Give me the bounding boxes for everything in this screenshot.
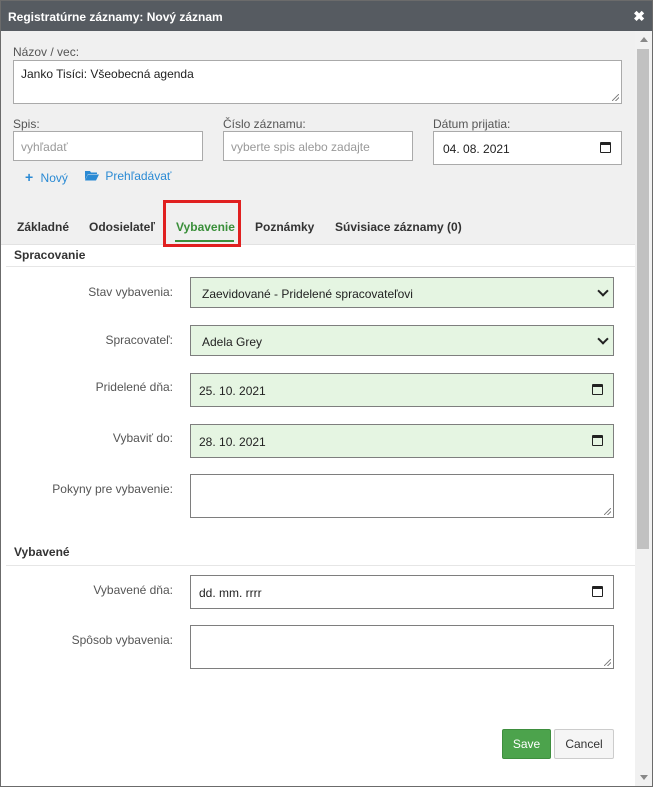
spracovanie-title: Spracovanie [14,248,86,262]
scroll-down-arrow-icon[interactable] [640,775,648,780]
new-spis-link[interactable]: + Nový [25,169,68,185]
sposob-vybavenia-textarea[interactable] [190,625,614,669]
chevron-down-icon [597,333,609,345]
save-button[interactable]: Save [502,729,551,759]
plus-icon: + [25,169,34,185]
scroll-up-arrow-icon[interactable] [640,37,648,42]
spis-label: Spis: [13,117,40,131]
vybavene-title: Vybavené [14,545,70,559]
tab-bar: Základné Odosielateľ Vybavenie Poznámky … [1,204,635,245]
nazov-textarea[interactable]: Janko Tisíci: Všeobecná agenda [13,60,622,104]
spis-search-input[interactable]: vyhľadať [13,131,203,161]
tab-zakladne[interactable]: Základné [17,220,69,234]
tab-highlight-box [163,200,241,247]
pridelene-value: 25. 10. 2021 [199,384,266,398]
section-divider [6,266,635,267]
spis-placeholder: vyhľadať [21,140,68,154]
stav-vybavenia-select[interactable]: Zaevidované - Pridelené spracovateľovi [190,277,614,308]
spracovatel-value: Adela Grey [202,335,263,349]
stav-label: Stav vybavenia: [88,285,173,299]
tab-poznamky[interactable]: Poznámky [255,220,314,234]
dialog-title: Registratúrne záznamy: Nový záznam [8,10,223,24]
chevron-down-icon [597,285,609,297]
calendar-icon[interactable] [600,142,611,153]
pokyny-label: Pokyny pre vybavenie: [52,482,173,496]
vybavit-value: 28. 10. 2021 [199,435,266,449]
datum-value: 04. 08. 2021 [443,142,510,156]
close-icon[interactable]: ✖ [633,8,645,25]
vybavene-dna-input[interactable]: dd. mm. rrrr [190,575,614,609]
tab-suvisiace-zaznamy[interactable]: Súvisiace záznamy (0) [335,220,462,234]
calendar-icon[interactable] [592,435,603,446]
record-header-section: Názov / vec: Janko Tisíci: Všeobecná age… [1,31,635,204]
spracovatel-select[interactable]: Adela Grey [190,325,614,356]
new-spis-label: Nový [40,171,68,185]
calendar-icon[interactable] [592,586,603,597]
vybavit-label: Vybaviť do: [112,431,173,445]
vybavit-do-input[interactable]: 28. 10. 2021 [190,424,614,458]
browse-link[interactable]: Prehľadávať [85,169,171,183]
browse-label: Prehľadávať [105,169,172,183]
dialog-titlebar: Registratúrne záznamy: Nový záznam ✖ [1,1,652,31]
stav-value: Zaevidované - Pridelené spracovateľovi [202,287,413,301]
cislo-zaznamu-input[interactable]: vyberte spis alebo zadajte [223,131,413,161]
dialog-content: Názov / vec: Janko Tisíci: Všeobecná age… [1,31,635,786]
datum-label: Dátum prijatia: [433,117,511,131]
scrollbar-thumb[interactable] [637,49,649,549]
nazov-value: Janko Tisíci: Všeobecná agenda [21,67,194,81]
vertical-scrollbar[interactable] [635,31,652,786]
folder-open-icon [85,171,99,181]
vybavene-dna-value: dd. mm. rrrr [199,586,262,600]
cislo-placeholder: vyberte spis alebo zadajte [231,140,370,154]
pridelene-dna-input[interactable]: 25. 10. 2021 [190,373,614,407]
calendar-icon[interactable] [592,384,603,395]
datum-prijatia-input[interactable]: 04. 08. 2021 [433,131,622,165]
vybavene-dna-label: Vybavené dňa: [93,583,173,597]
tab-odosielatel[interactable]: Odosielateľ [89,220,155,234]
nazov-label: Názov / vec: [13,45,80,59]
new-record-dialog: Registratúrne záznamy: Nový záznam ✖ Náz… [0,0,653,787]
cislo-label: Číslo záznamu: [223,117,306,131]
cancel-button[interactable]: Cancel [554,729,614,759]
spracovatel-label: Spracovateľ: [105,333,173,347]
pokyny-textarea[interactable] [190,474,614,518]
pridelene-label: Pridelené dňa: [95,380,173,394]
sposob-label: Spôsob vybavenia: [71,633,173,647]
section-divider [6,565,635,566]
